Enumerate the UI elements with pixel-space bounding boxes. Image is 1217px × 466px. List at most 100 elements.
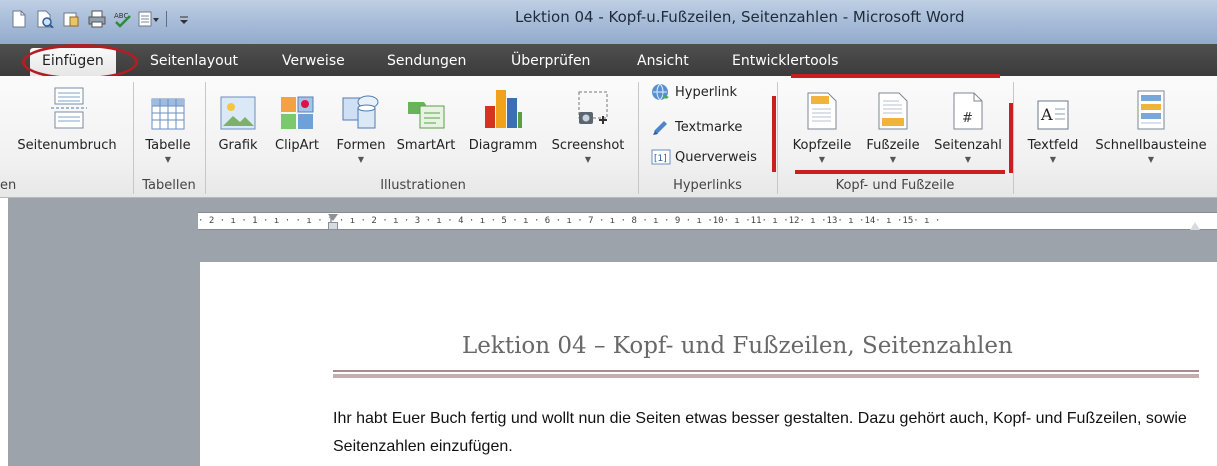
title-divider — [333, 374, 1199, 378]
first-line-indent-marker[interactable] — [328, 214, 338, 221]
cross-reference-icon: [1] — [651, 149, 671, 165]
chevron-down-icon: ▼ — [164, 155, 172, 164]
shapes-icon — [331, 78, 391, 130]
tab-ueberpruefen[interactable]: Überprüfen — [511, 49, 590, 73]
tabelle-button[interactable]: Tabelle ▼ — [138, 78, 198, 164]
svg-text:[1]: [1] — [654, 154, 667, 164]
screenshot-button[interactable]: Screenshot ▼ — [546, 78, 630, 164]
hyperlink-button[interactable]: Hyperlink — [650, 82, 737, 102]
chevron-down-icon: ▼ — [1049, 155, 1057, 164]
group-separator — [1013, 82, 1014, 194]
seitenzahl-button[interactable]: # Seitenzahl ▼ — [928, 78, 1008, 164]
kopfzeile-label: Kopfzeile — [792, 138, 852, 153]
group-separator — [777, 82, 778, 194]
group-separator — [133, 82, 134, 194]
textmarke-label: Textmarke — [675, 119, 743, 135]
clipart-button[interactable]: ClipArt — [268, 78, 326, 153]
chevron-down-icon: ▼ — [584, 155, 592, 164]
grafik-button[interactable]: Grafik — [212, 78, 264, 153]
print-preview-icon[interactable] — [34, 8, 56, 30]
bookmark-icon — [653, 121, 667, 135]
seitenumbruch-button[interactable]: Seitenumbruch — [8, 78, 126, 153]
ribbon-tab-bar: Einfügen Seitenlayout Verweise Sendungen… — [0, 44, 1217, 76]
svg-text:#: # — [962, 111, 973, 126]
chevron-down-icon: ▼ — [818, 155, 826, 164]
group-label-hyperlinks: Hyperlinks — [673, 178, 742, 193]
annotation-bracket-right — [1009, 103, 1013, 173]
formen-label: Formen — [336, 138, 386, 153]
smartart-button[interactable]: SmartArt — [393, 78, 459, 153]
tab-entwicklertools[interactable]: Entwicklertools — [732, 49, 838, 73]
chevron-down-icon: ▼ — [964, 155, 972, 164]
spelling-icon[interactable]: ABC — [112, 8, 134, 30]
tab-seitenlayout[interactable]: Seitenlayout — [150, 49, 238, 73]
document-paragraph[interactable]: Ihr habt Euer Buch fertig und wollt nun … — [333, 405, 1199, 461]
ribbon-panel: Seitenumbruch en Tabelle ▼ Tabellen Graf… — [0, 76, 1217, 198]
group-label-seiten: en — [0, 178, 17, 193]
fusszeile-label: Fußzeile — [866, 138, 920, 153]
annotation-bracket-left — [772, 96, 776, 172]
page-break-icon — [8, 78, 126, 130]
open-icon[interactable] — [60, 8, 82, 30]
new-document-icon[interactable] — [8, 8, 30, 30]
textfeld-label: Textfeld — [1027, 138, 1079, 153]
window-title: Lektion 04 - Kopf-u.Fußzeilen, Seitenzah… — [515, 8, 965, 26]
annotation-underline — [791, 74, 1000, 78]
schnellbausteine-label: Schnellbausteine — [1095, 138, 1207, 153]
grafik-label: Grafik — [218, 138, 258, 153]
footer-icon — [859, 78, 927, 130]
querverweis-label: Querverweis — [675, 149, 757, 165]
smartart-icon — [393, 78, 459, 130]
fusszeile-button[interactable]: Fußzeile ▼ — [859, 78, 927, 164]
diagramm-label: Diagramm — [468, 138, 538, 153]
hyperlink-icon — [652, 83, 669, 101]
chevron-down-icon: ▼ — [1147, 155, 1155, 164]
quick-parts-icon — [1088, 78, 1214, 130]
page-number-icon: # — [928, 78, 1008, 130]
group-label-tabellen: Tabellen — [142, 178, 196, 193]
table-icon — [138, 78, 198, 130]
tab-ansicht[interactable]: Ansicht — [637, 49, 689, 73]
chevron-down-icon: ▼ — [357, 155, 365, 164]
annotation-circle — [22, 44, 138, 80]
smartart-label: SmartArt — [396, 138, 456, 153]
picture-icon — [212, 78, 264, 130]
title-divider — [333, 370, 1199, 372]
textfeld-button[interactable]: A Textfeld ▼ — [1020, 78, 1086, 164]
tabelle-label: Tabelle — [145, 138, 191, 153]
group-label-kopf-fuss: Kopf- und Fußzeile — [835, 178, 955, 193]
kopfzeile-button[interactable]: Kopfzeile ▼ — [786, 78, 858, 164]
chart-icon — [462, 78, 544, 130]
tab-verweise[interactable]: Verweise — [282, 49, 345, 73]
seitenumbruch-label: Seitenumbruch — [17, 138, 117, 153]
querverweis-button[interactable]: [1] Querverweis — [650, 147, 757, 167]
document-title[interactable]: Lektion 04 – Kopf- und Fußzeilen, Seiten… — [462, 333, 1013, 359]
group-separator — [638, 82, 639, 194]
hyperlink-label: Hyperlink — [675, 84, 738, 100]
textbox-icon: A — [1020, 78, 1086, 130]
header-icon — [786, 78, 858, 130]
clipart-icon — [268, 78, 326, 130]
formen-button[interactable]: Formen ▼ — [331, 78, 391, 164]
left-margin-strip — [0, 198, 8, 466]
ruler-ticks: · 2 · ı · 1 · ı · · ı · 1 · ı · 2 · ı · … — [198, 216, 941, 226]
customize-icon[interactable] — [173, 8, 195, 30]
toolbar-separator — [166, 11, 167, 27]
print-icon[interactable] — [86, 8, 108, 30]
textmarke-button[interactable]: Textmarke — [650, 117, 742, 137]
tab-sendungen[interactable]: Sendungen — [387, 49, 466, 73]
quick-access-toolbar: ABC — [8, 6, 195, 32]
horizontal-ruler[interactable]: · 2 · ı · 1 · ı · · ı · 1 · ı · 2 · ı · … — [198, 212, 1217, 230]
schnellbausteine-button[interactable]: Schnellbausteine ▼ — [1088, 78, 1214, 164]
diagramm-button[interactable]: Diagramm — [462, 78, 544, 153]
dropdown-icon[interactable] — [138, 8, 160, 30]
seitenzahl-label: Seitenzahl — [934, 138, 1002, 153]
clipart-label: ClipArt — [275, 138, 319, 153]
left-indent-marker[interactable] — [328, 222, 338, 230]
screenshot-icon — [546, 78, 630, 130]
svg-text:A: A — [1040, 105, 1053, 124]
right-indent-marker[interactable] — [1190, 222, 1200, 230]
group-label-illustrationen: Illustrationen — [380, 178, 466, 193]
group-separator — [205, 82, 206, 194]
annotation-underline — [795, 170, 1005, 174]
